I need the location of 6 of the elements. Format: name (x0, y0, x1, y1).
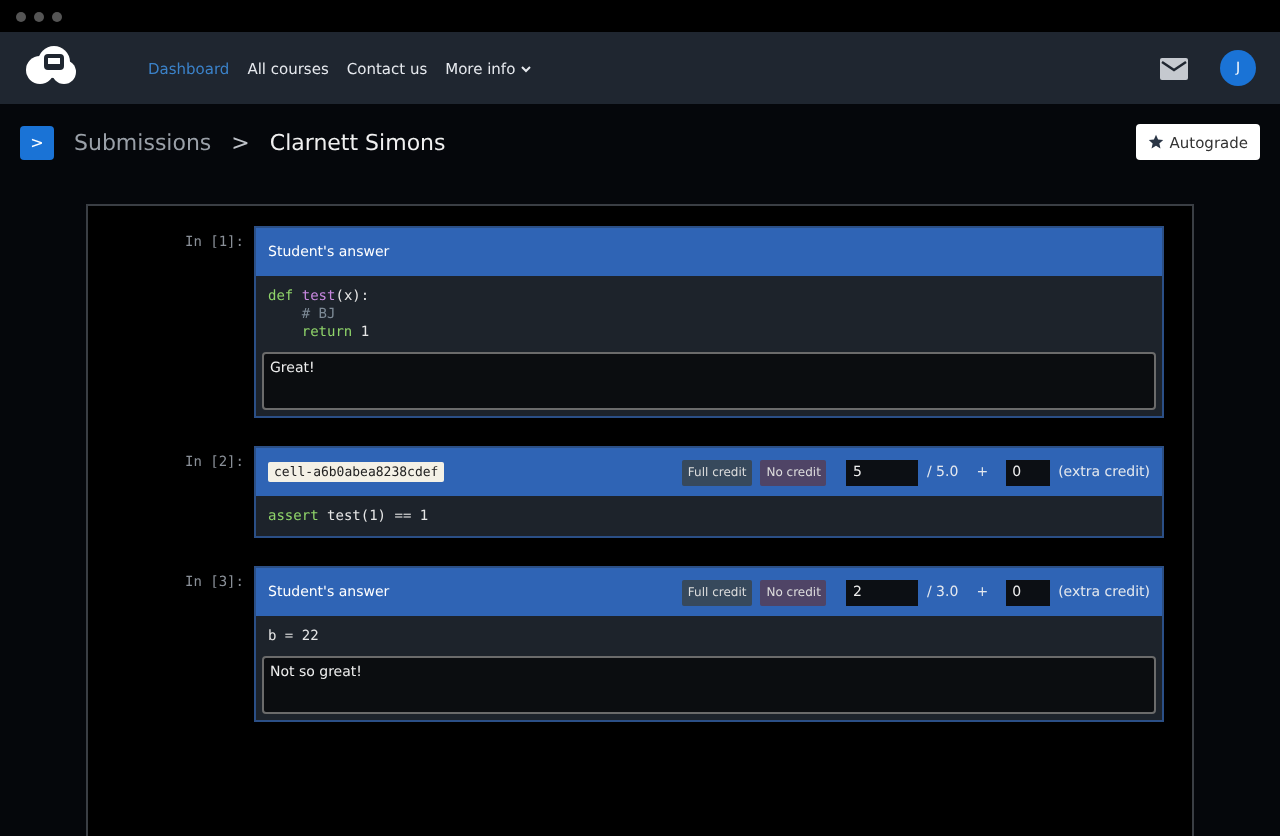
breadcrumb-item: Clarnett Simons (269, 129, 446, 155)
mail-icon[interactable] (1160, 57, 1188, 79)
breadcrumb-item[interactable]: Submissions (74, 129, 212, 155)
star-icon (1147, 134, 1164, 150)
sidebar-toggle-button[interactable]: > (20, 125, 54, 159)
breadcrumb-separator: > (231, 129, 250, 155)
